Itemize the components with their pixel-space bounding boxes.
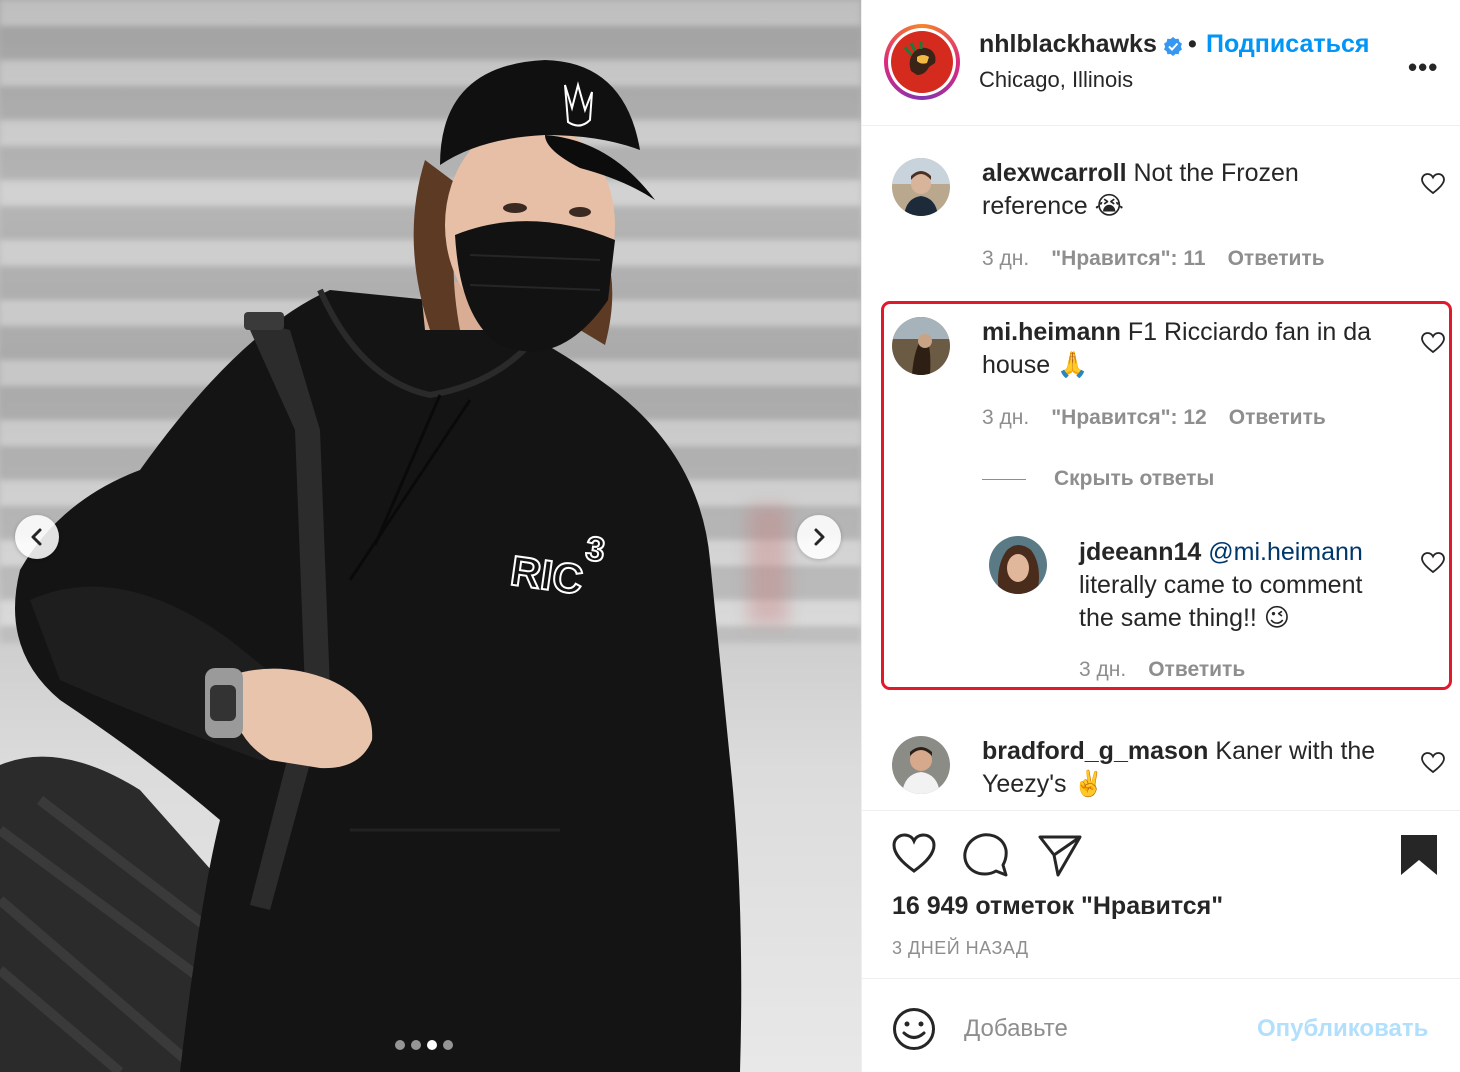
commenter-avatar[interactable] <box>892 736 950 794</box>
post-header: nhlblackhawks • Подписаться Chicago, Ill… <box>862 0 1460 126</box>
winking-emoji: 😉 <box>1263 604 1290 632</box>
header-separator: • <box>1188 30 1197 58</box>
carousel-dot-active <box>427 1040 437 1050</box>
like-heart-icon[interactable] <box>892 833 936 875</box>
carousel-prev-button[interactable] <box>15 515 59 559</box>
comment-username[interactable]: alexwcarroll <box>982 159 1127 187</box>
reply-text: jdeeann14 @mi.heimann literally came to … <box>1079 536 1399 635</box>
comment-username[interactable]: bradford_g_mason <box>982 737 1208 765</box>
comment-meta: 3 дн. "Нравится": 11 Ответить <box>982 247 1325 271</box>
carousel-dot <box>411 1040 421 1050</box>
crying-emoji: 😭 <box>1094 192 1124 220</box>
blackhawks-logo-icon <box>891 31 953 93</box>
chevron-left-icon <box>31 528 42 546</box>
post-location[interactable]: Chicago, Illinois <box>979 67 1133 93</box>
chevron-right-icon <box>814 528 825 546</box>
verified-badge-icon <box>1164 37 1182 56</box>
reply-username[interactable]: jdeeann14 <box>1079 538 1201 566</box>
hide-replies-button[interactable]: Скрыть ответы <box>982 467 1214 491</box>
smile-icon[interactable] <box>892 1007 936 1051</box>
account-username[interactable]: nhlblackhawks <box>979 30 1157 59</box>
comment-meta: 3 дн. "Нравится": 12 Ответить <box>982 406 1326 430</box>
reply-time[interactable]: 3 дн. <box>1079 658 1126 682</box>
comment-heart-icon[interactable] <box>1421 752 1445 774</box>
reply-heart-icon[interactable] <box>1421 552 1445 574</box>
follow-button[interactable]: Подписаться <box>1206 30 1369 59</box>
comment-text: mi.heimann F1 Ricciardo fan in da house … <box>982 316 1392 382</box>
comment-input[interactable] <box>964 1009 1244 1049</box>
player-illustration: RIC 3 <box>0 60 742 1072</box>
comment-icon[interactable] <box>963 833 1009 877</box>
post-side-panel: nhlblackhawks • Подписаться Chicago, Ill… <box>861 0 1460 1072</box>
comment-heart-icon[interactable] <box>1421 332 1445 354</box>
carousel-dot <box>395 1040 405 1050</box>
comment-time[interactable]: 3 дн. <box>982 247 1029 271</box>
reply-body: literally came to comment the same thing… <box>1079 571 1363 632</box>
comment-composer: Опубликовать <box>862 978 1460 1072</box>
carousel-indicator <box>395 1040 453 1050</box>
reply-avatar[interactable] <box>989 536 1047 594</box>
reply-button[interactable]: Ответить <box>1229 406 1326 430</box>
comment-text: bradford_g_mason Kaner with the Yeezy's … <box>982 735 1392 801</box>
comment-heart-icon[interactable] <box>1421 173 1445 195</box>
account-avatar[interactable] <box>884 24 960 100</box>
svg-text:RIC: RIC <box>508 547 586 604</box>
hide-replies-label: Скрыть ответы <box>1054 467 1215 490</box>
share-icon[interactable] <box>1037 833 1083 877</box>
comment-text: alexwcarroll Not the Frozen reference 😭 <box>982 157 1392 223</box>
praying-hands-emoji: 🙏 <box>1057 351 1089 379</box>
carousel-next-button[interactable] <box>797 515 841 559</box>
bookmark-icon[interactable] <box>1399 833 1439 877</box>
post-actions: 16 949 отметок "Нравится" 3 ДНЕЙ НАЗАД <box>862 810 1460 980</box>
comment-likes[interactable]: "Нравится": 12 <box>1051 406 1207 430</box>
post-date[interactable]: 3 ДНЕЙ НАЗАД <box>892 938 1029 959</box>
victory-hand-emoji: ✌️ <box>1073 770 1105 798</box>
publish-button[interactable]: Опубликовать <box>1257 1015 1428 1043</box>
reply-button[interactable]: Ответить <box>1228 247 1325 271</box>
reply-meta: 3 дн. Ответить <box>1079 658 1245 682</box>
hide-replies-line <box>982 478 1026 480</box>
comments-list[interactable]: alexwcarroll Not the Frozen reference 😭 … <box>862 127 1460 809</box>
reply-button[interactable]: Ответить <box>1148 658 1245 682</box>
comment-likes[interactable]: "Нравится": 11 <box>1051 247 1205 271</box>
comment-username[interactable]: mi.heimann <box>982 318 1121 346</box>
commenter-avatar[interactable] <box>892 317 950 375</box>
comment-time[interactable]: 3 дн. <box>982 406 1029 430</box>
carousel-dot <box>443 1040 453 1050</box>
likes-count[interactable]: 16 949 отметок "Нравится" <box>892 892 1223 921</box>
more-options-button[interactable]: ••• <box>1408 52 1438 83</box>
commenter-avatar[interactable] <box>892 158 950 216</box>
reply-mention[interactable]: @mi.heimann <box>1208 538 1363 566</box>
post-photo[interactable]: RIC 3 <box>0 0 861 1072</box>
